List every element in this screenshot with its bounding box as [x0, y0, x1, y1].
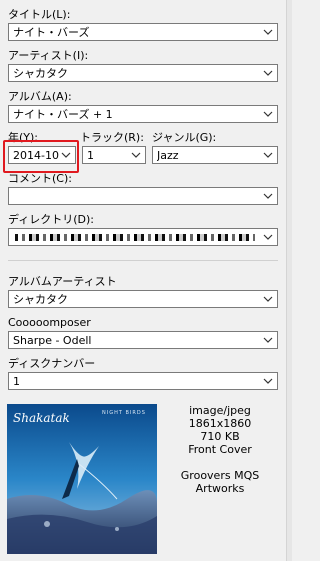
chevron-down-icon[interactable] — [262, 26, 274, 38]
composer-label: Cooooomposer — [8, 316, 91, 329]
artwork-mime: image/jpeg — [189, 404, 251, 417]
artwork-logo: Shakatak — [13, 411, 70, 425]
artist-label: アーティスト(I): — [8, 49, 89, 62]
album-artist-label: アルバムアーティスト — [8, 275, 117, 288]
year-highlight-box — [3, 140, 79, 173]
artwork-type: Front Cover — [188, 443, 252, 456]
directory-path-masked — [15, 234, 255, 241]
album-value: ナイト・バーズ + 1 — [13, 108, 113, 121]
artwork-dimensions: 1861x1860 — [188, 417, 252, 430]
genre-label: ジャンル(G): — [152, 131, 217, 144]
artwork-description-1: Groovers MQS — [180, 469, 260, 482]
directory-label: ディレクトリ(D): — [8, 213, 94, 226]
album-combo[interactable]: ナイト・バーズ + 1 — [8, 105, 278, 123]
chevron-down-icon[interactable] — [262, 375, 274, 387]
genre-value: Jazz — [157, 149, 179, 162]
title-combo[interactable]: ナイト・バーズ — [8, 23, 278, 41]
disc-number-combo[interactable]: 1 — [8, 372, 278, 390]
artist-value: シャカタク — [13, 67, 68, 80]
album-artist-combo[interactable]: シャカタク — [8, 290, 278, 308]
artist-combo[interactable]: シャカタク — [8, 64, 278, 82]
title-label: タイトル(L): — [8, 8, 71, 21]
artwork-size: 710 KB — [200, 430, 240, 443]
artwork-title: NIGHT BIRDS — [102, 410, 146, 416]
chevron-down-icon[interactable] — [262, 67, 274, 79]
directory-combo[interactable] — [8, 228, 278, 246]
title-value: ナイト・バーズ — [13, 26, 90, 39]
composer-value: Sharpe - Odell — [13, 334, 92, 347]
track-value: 1 — [87, 149, 94, 162]
track-label: トラック(R): — [80, 131, 144, 144]
artwork-info: image/jpeg 1861x1860 710 KB Front Cover … — [165, 404, 275, 495]
album-artist-value: シャカタク — [13, 293, 68, 306]
disc-number-value: 1 — [13, 375, 20, 388]
chevron-down-icon[interactable] — [262, 231, 274, 243]
tag-editor-panel: タイトル(L): ナイト・バーズ アーティスト(I): シャカタク アルバム(A… — [0, 0, 287, 561]
chevron-down-icon[interactable] — [130, 149, 142, 161]
comment-combo[interactable] — [8, 187, 278, 205]
track-combo[interactable]: 1 — [82, 146, 146, 164]
disc-number-label: ディスクナンバー — [8, 357, 96, 370]
artwork-description-2: Artworks — [195, 482, 245, 495]
chevron-down-icon[interactable] — [262, 190, 274, 202]
chevron-down-icon[interactable] — [262, 293, 274, 305]
album-label: アルバム(A): — [8, 90, 72, 103]
composer-combo[interactable]: Sharpe - Odell — [8, 331, 278, 349]
chevron-down-icon[interactable] — [262, 108, 274, 120]
scrollbar[interactable] — [286, 0, 292, 561]
chevron-down-icon[interactable] — [262, 149, 274, 161]
genre-combo[interactable]: Jazz — [152, 146, 278, 164]
separator — [8, 260, 278, 261]
chevron-down-icon[interactable] — [262, 334, 274, 346]
album-artwork[interactable]: Shakatak NIGHT BIRDS — [7, 404, 157, 554]
comment-label: コメント(C): — [8, 172, 72, 185]
